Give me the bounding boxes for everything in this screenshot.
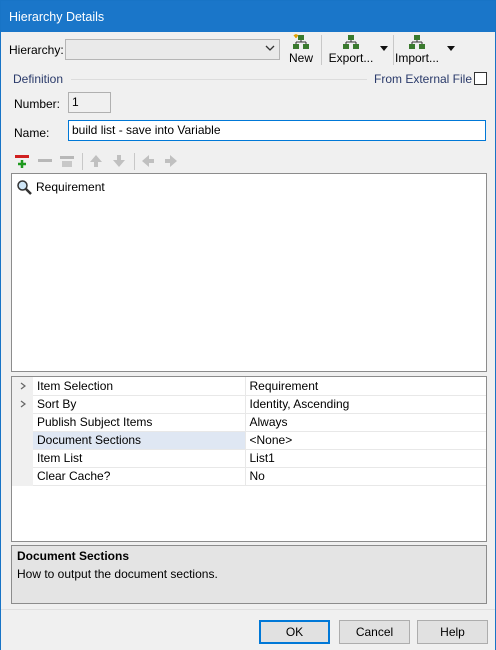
toolbar-separator bbox=[82, 153, 83, 170]
edit-item-icon[interactable] bbox=[59, 153, 75, 169]
property-value[interactable]: Identity, Ascending bbox=[245, 395, 486, 414]
property-name: Document Sections bbox=[33, 431, 246, 450]
hierarchy-toolbar: Hierarchy: New Export... Import... bbox=[1, 32, 495, 69]
toolbar-separator bbox=[134, 153, 135, 170]
number-label: Number: bbox=[14, 97, 61, 111]
property-value[interactable]: List1 bbox=[245, 449, 486, 468]
property-name: Sort By bbox=[33, 395, 246, 414]
property-grid: Item Selection Requirement Sort By Ident… bbox=[11, 376, 487, 542]
definition-group-label: Definition bbox=[13, 72, 64, 86]
new-hierarchy-icon bbox=[293, 34, 309, 49]
property-row-document-sections[interactable]: Document Sections <None> bbox=[12, 431, 486, 450]
toolbar-separator bbox=[321, 35, 322, 65]
cancel-button[interactable]: Cancel bbox=[339, 620, 410, 644]
property-name: Item Selection bbox=[33, 377, 246, 396]
property-row-item-selection[interactable]: Item Selection Requirement bbox=[12, 377, 486, 396]
search-icon bbox=[17, 180, 32, 195]
property-value[interactable]: <None> bbox=[245, 431, 486, 450]
property-value[interactable]: No bbox=[245, 467, 486, 486]
new-button[interactable]: New bbox=[286, 34, 316, 65]
remove-item-icon[interactable] bbox=[37, 153, 53, 169]
property-name: Item List bbox=[33, 449, 246, 468]
import-button-label: Import... bbox=[394, 51, 439, 65]
import-icon bbox=[409, 35, 425, 49]
export-dropdown-arrow-icon[interactable] bbox=[380, 46, 388, 51]
arrow-down-icon[interactable] bbox=[111, 153, 127, 169]
group-divider bbox=[71, 79, 367, 80]
from-external-file-label: From External File bbox=[374, 72, 473, 86]
import-dropdown-arrow-icon[interactable] bbox=[447, 46, 455, 51]
dialog-footer: OK Cancel Help bbox=[1, 609, 495, 650]
window-title: Hierarchy Details bbox=[1, 1, 495, 32]
hierarchy-tree[interactable]: Requirement bbox=[11, 173, 487, 372]
description-text: How to output the document sections. bbox=[17, 567, 218, 581]
add-item-icon[interactable] bbox=[14, 153, 30, 169]
property-name: Publish Subject Items bbox=[33, 413, 246, 432]
property-description: Document Sections How to output the docu… bbox=[11, 545, 487, 604]
from-external-file-checkbox[interactable] bbox=[474, 72, 487, 85]
hierarchy-label: Hierarchy: bbox=[9, 43, 64, 57]
expand-chevron-icon[interactable] bbox=[12, 377, 33, 396]
hierarchy-details-window: Hierarchy Details Hierarchy: New Export.… bbox=[0, 0, 496, 650]
help-button[interactable]: Help bbox=[417, 620, 488, 644]
name-field[interactable]: build list - save into Variable bbox=[68, 120, 486, 141]
new-button-label: New bbox=[288, 51, 313, 65]
expand-chevron-icon[interactable] bbox=[12, 395, 33, 414]
export-icon bbox=[343, 35, 359, 49]
arrow-right-icon[interactable] bbox=[163, 153, 179, 169]
chevron-down-icon bbox=[265, 45, 275, 51]
property-value[interactable]: Always bbox=[245, 413, 486, 432]
import-button[interactable]: Import... bbox=[394, 34, 440, 65]
property-name: Clear Cache? bbox=[33, 467, 246, 486]
number-field[interactable]: 1 bbox=[68, 92, 111, 113]
export-button-label: Export... bbox=[328, 51, 374, 65]
export-button[interactable]: Export... bbox=[328, 34, 374, 65]
name-label: Name: bbox=[14, 126, 50, 140]
property-value[interactable]: Requirement bbox=[245, 377, 486, 396]
property-row-item-list[interactable]: Item List List1 bbox=[12, 449, 486, 468]
hierarchy-combo[interactable] bbox=[65, 39, 280, 60]
tree-item-label: Requirement bbox=[36, 180, 105, 194]
tree-item-requirement[interactable]: Requirement bbox=[16, 178, 105, 196]
property-row-publish-subject-items[interactable]: Publish Subject Items Always bbox=[12, 413, 486, 432]
arrow-left-icon[interactable] bbox=[140, 153, 156, 169]
property-row-clear-cache[interactable]: Clear Cache? No bbox=[12, 467, 486, 486]
arrow-up-icon[interactable] bbox=[88, 153, 104, 169]
ok-button[interactable]: OK bbox=[259, 620, 330, 644]
description-title: Document Sections bbox=[17, 549, 130, 563]
property-row-sort-by[interactable]: Sort By Identity, Ascending bbox=[12, 395, 486, 414]
